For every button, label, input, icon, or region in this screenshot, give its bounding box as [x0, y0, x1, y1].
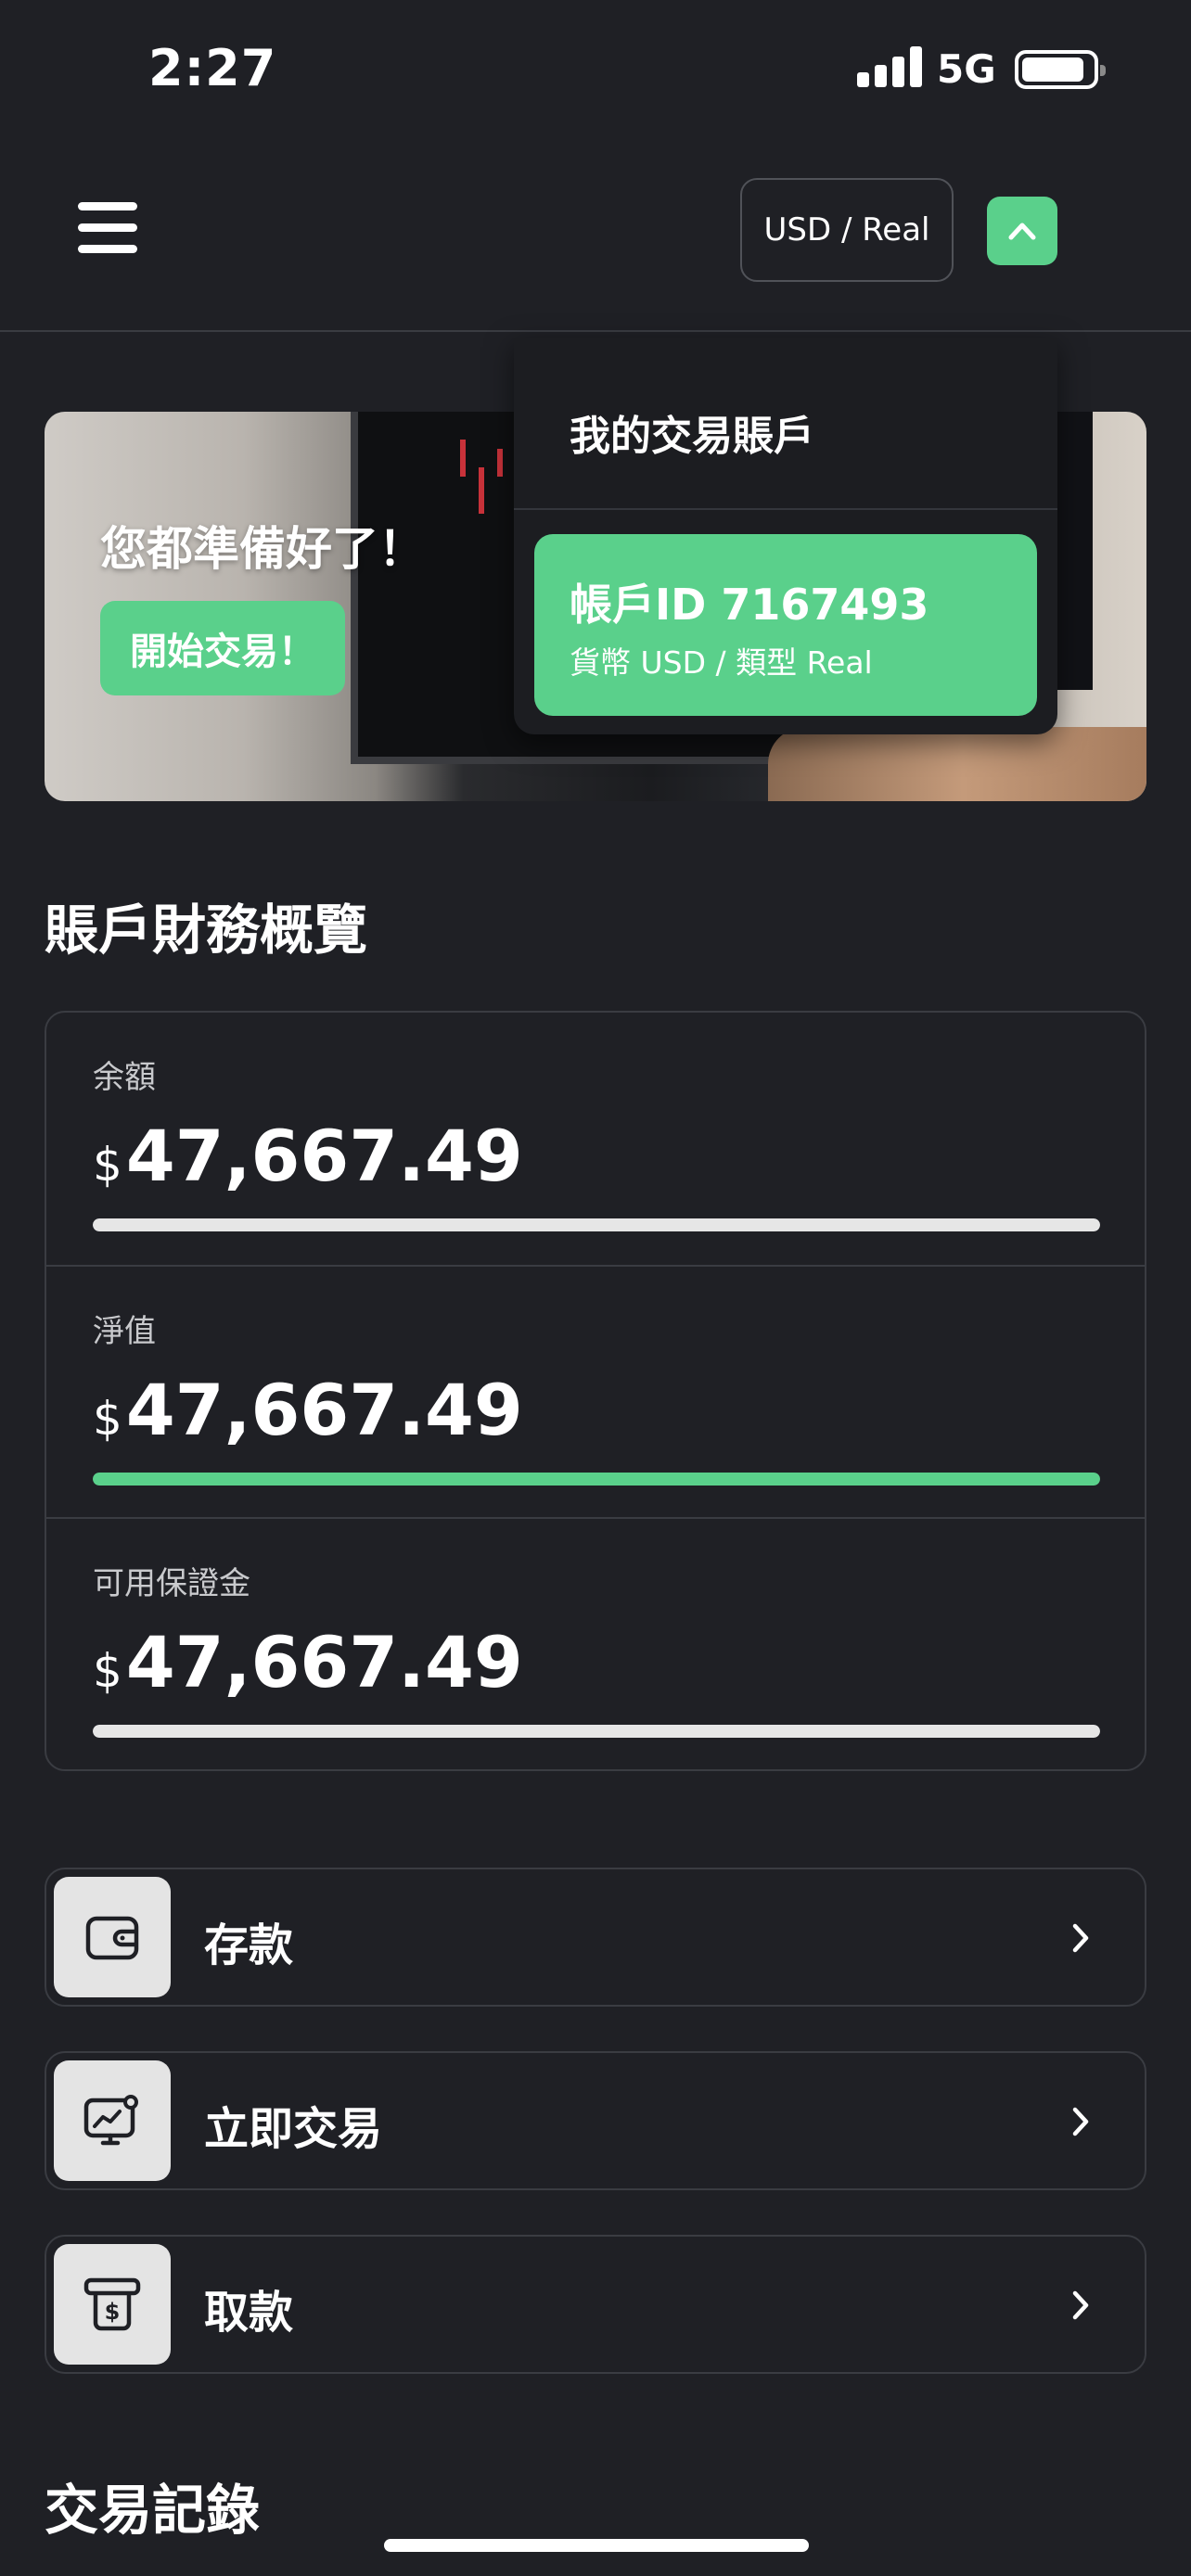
svg-text:$: $	[105, 2299, 121, 2325]
dropdown-divider	[514, 508, 1057, 510]
overview-row-equity: 淨值 $47,667.49	[46, 1265, 1145, 1517]
account-id: 帳戶ID 7167493	[570, 580, 929, 630]
chevron-right-icon	[1072, 1923, 1089, 1953]
start-trading-button[interactable]: 開始交易！	[100, 601, 345, 695]
trade-icon-tile	[54, 2060, 171, 2181]
signal-icon	[857, 46, 922, 87]
withdraw-button[interactable]: $ 取款	[45, 2235, 1146, 2374]
equity-progress-fill	[93, 1473, 1100, 1486]
free-margin-amount: 47,667.49	[125, 1621, 523, 1703]
trade-now-button[interactable]: 立即交易	[45, 2051, 1146, 2190]
account-selector[interactable]: USD / Real	[740, 178, 954, 282]
home-indicator[interactable]	[384, 2539, 809, 2552]
currency-symbol: $	[93, 1392, 122, 1446]
trade-history-title: 交易記錄	[45, 2479, 261, 2542]
free-margin-label: 可用保證金	[93, 1565, 250, 1602]
withdraw-label: 取款	[204, 2287, 294, 2339]
deposit-button[interactable]: 存款	[45, 1868, 1146, 2007]
currency-symbol: $	[93, 1644, 122, 1698]
balance-amount: 47,667.49	[125, 1115, 523, 1197]
balance-label: 余額	[93, 1059, 156, 1096]
dropdown-toggle-button[interactable]	[987, 197, 1057, 265]
equity-amount: 47,667.49	[125, 1369, 523, 1451]
equity-value: $47,667.49	[93, 1369, 523, 1451]
chevron-right-icon	[1072, 2107, 1089, 2136]
account-dropdown: 我的交易賬戶 帳戶ID 7167493 貨幣 USD / 類型 Real	[514, 338, 1057, 734]
balance-progress-bar	[93, 1218, 1100, 1231]
balance-value: $47,667.49	[93, 1115, 523, 1197]
battery-icon	[1015, 50, 1106, 89]
header-divider	[0, 330, 1191, 332]
account-option[interactable]: 帳戶ID 7167493 貨幣 USD / 類型 Real	[534, 534, 1037, 716]
currency-symbol: $	[93, 1138, 122, 1192]
balance-progress-fill	[93, 1218, 1100, 1231]
chevron-up-icon	[1008, 223, 1036, 240]
overview-card: 余額 $47,667.49 淨值 $47,667.49 可用保證金 $47,66…	[45, 1011, 1146, 1771]
account-details: 貨幣 USD / 類型 Real	[570, 644, 873, 681]
equity-progress-bar	[93, 1473, 1100, 1486]
free-margin-value: $47,667.49	[93, 1621, 523, 1703]
chevron-right-icon	[1072, 2290, 1089, 2320]
cash-withdraw-icon: $	[83, 2277, 141, 2331]
free-margin-progress-bar	[93, 1725, 1100, 1738]
network-type: 5G	[937, 46, 996, 92]
overview-title: 賬戶財務概覽	[45, 899, 368, 962]
dropdown-title: 我的交易賬戶	[570, 413, 814, 460]
deposit-label: 存款	[204, 1919, 294, 1971]
overview-row-free-margin: 可用保證金 $47,667.49	[46, 1517, 1145, 1769]
menu-icon[interactable]	[78, 202, 137, 254]
banner-image-hand	[768, 727, 1146, 801]
app-screen: 2:27 5G USD / Real 您都準備好了！ 開始交易！ 我的交易賬戶	[0, 0, 1191, 2576]
trade-now-label: 立即交易	[204, 2103, 383, 2155]
status-time: 2:27	[148, 39, 277, 97]
equity-label: 淨值	[93, 1313, 156, 1350]
deposit-icon-tile	[54, 1877, 171, 1997]
overview-row-balance: 余額 $47,667.49	[46, 1013, 1145, 1265]
chart-monitor-icon	[83, 2095, 138, 2146]
hero-title: 您都準備好了！	[100, 522, 425, 576]
free-margin-progress-fill	[93, 1725, 1100, 1738]
wallet-icon	[85, 1916, 139, 1960]
withdraw-icon-tile: $	[54, 2244, 171, 2365]
